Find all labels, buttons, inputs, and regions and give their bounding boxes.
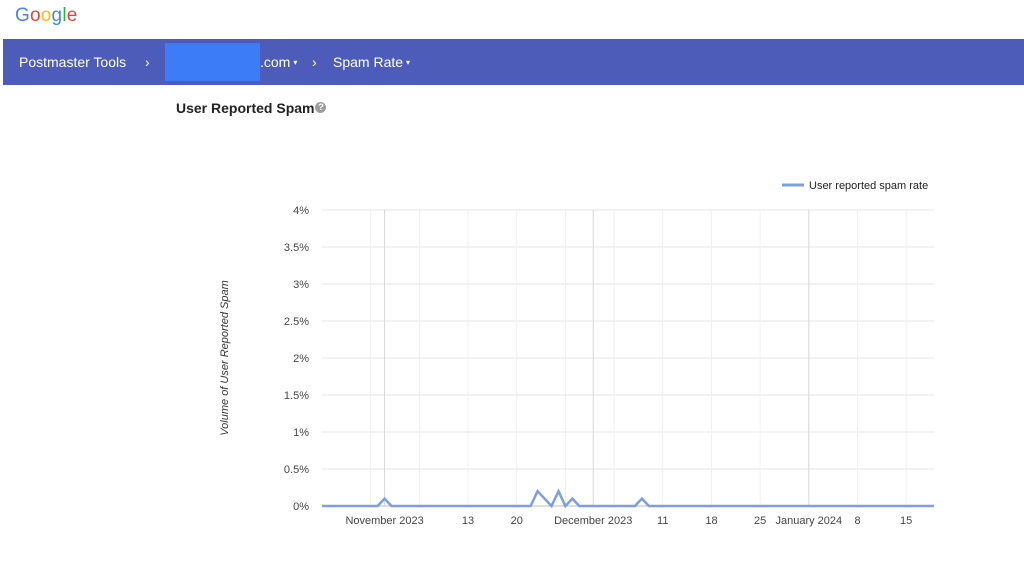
x-tick-label: 8 (854, 515, 860, 527)
y-tick-label: 1.5% (284, 390, 309, 402)
y-tick-label: 3% (293, 279, 309, 291)
x-tick-label: 13 (462, 515, 474, 527)
x-tick-label: 18 (705, 515, 717, 527)
x-tick-label: 25 (754, 515, 766, 527)
y-tick-label: 4% (293, 205, 309, 217)
series-line (322, 488, 934, 509)
y-tick-label: 3.5% (284, 242, 309, 254)
y-tick-label: 2.5% (284, 316, 309, 328)
y-tick-label: 0.5% (284, 464, 309, 476)
x-tick-label: December 2023 (554, 515, 632, 527)
x-tick-label: November 2023 (345, 515, 423, 527)
x-tick-label: 15 (900, 515, 912, 527)
y-tick-label: 2% (293, 353, 309, 365)
y-axis-label: Volume of User Reported Spam (219, 280, 231, 436)
y-tick-label: 0% (293, 501, 309, 513)
legend-label: User reported spam rate (809, 180, 928, 192)
spam-rate-chart: 0% 0.5% 1% 1.5% 2% 2.5% 3% 3.5% 4% November 2023 1… (219, 180, 935, 527)
x-tick-label: 20 (511, 515, 523, 527)
y-tick-label: 1% (293, 427, 309, 439)
x-tick-label: January 2024 (775, 515, 842, 527)
x-tick-label: 11 (657, 515, 668, 527)
